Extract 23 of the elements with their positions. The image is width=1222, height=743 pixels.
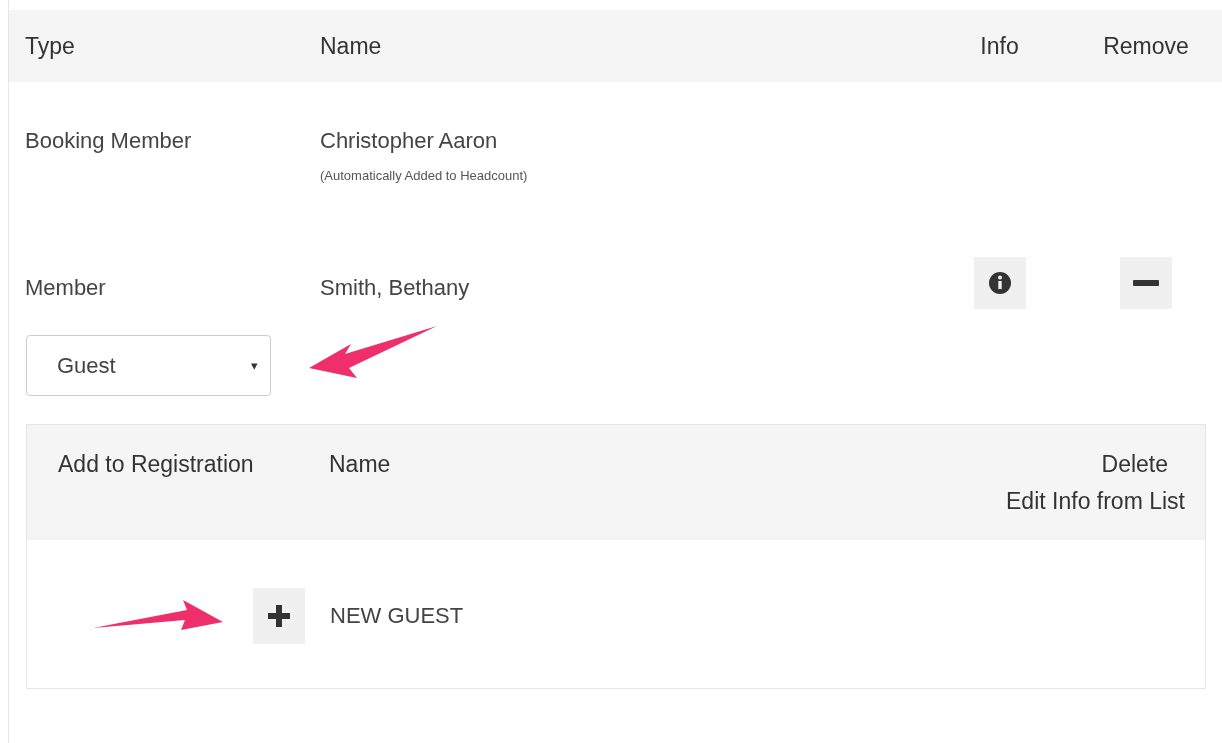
guest-select[interactable]: Guest ▾ (26, 335, 271, 396)
plus-icon (268, 605, 290, 627)
info-button[interactable] (973, 257, 1026, 309)
column-header: Name (329, 451, 392, 478)
column-header: Name (320, 32, 383, 60)
arrow-icon (93, 600, 223, 630)
minus-icon (1133, 280, 1159, 286)
info-icon (987, 271, 1012, 295)
column-header: Delete (1101, 451, 1168, 478)
guest-name: NEW GUEST (330, 603, 465, 629)
type-text: Member (25, 275, 107, 301)
add-button[interactable] (253, 588, 305, 644)
column-header: Remove (1102, 32, 1190, 60)
arrow-icon (309, 326, 437, 378)
column-header: Type (25, 32, 76, 60)
column-header: Info (979, 32, 1020, 60)
name-text: Smith, Bethany (320, 275, 471, 301)
column-header: Add to Registration (58, 451, 255, 478)
column-header: Edit Info from List (1006, 488, 1185, 515)
type-text: Booking Member (25, 128, 193, 154)
remove-button[interactable] (1120, 257, 1172, 309)
note-text: (Automatically Added to Headcount) (320, 168, 529, 183)
name-text: Christopher Aaron (320, 128, 499, 154)
